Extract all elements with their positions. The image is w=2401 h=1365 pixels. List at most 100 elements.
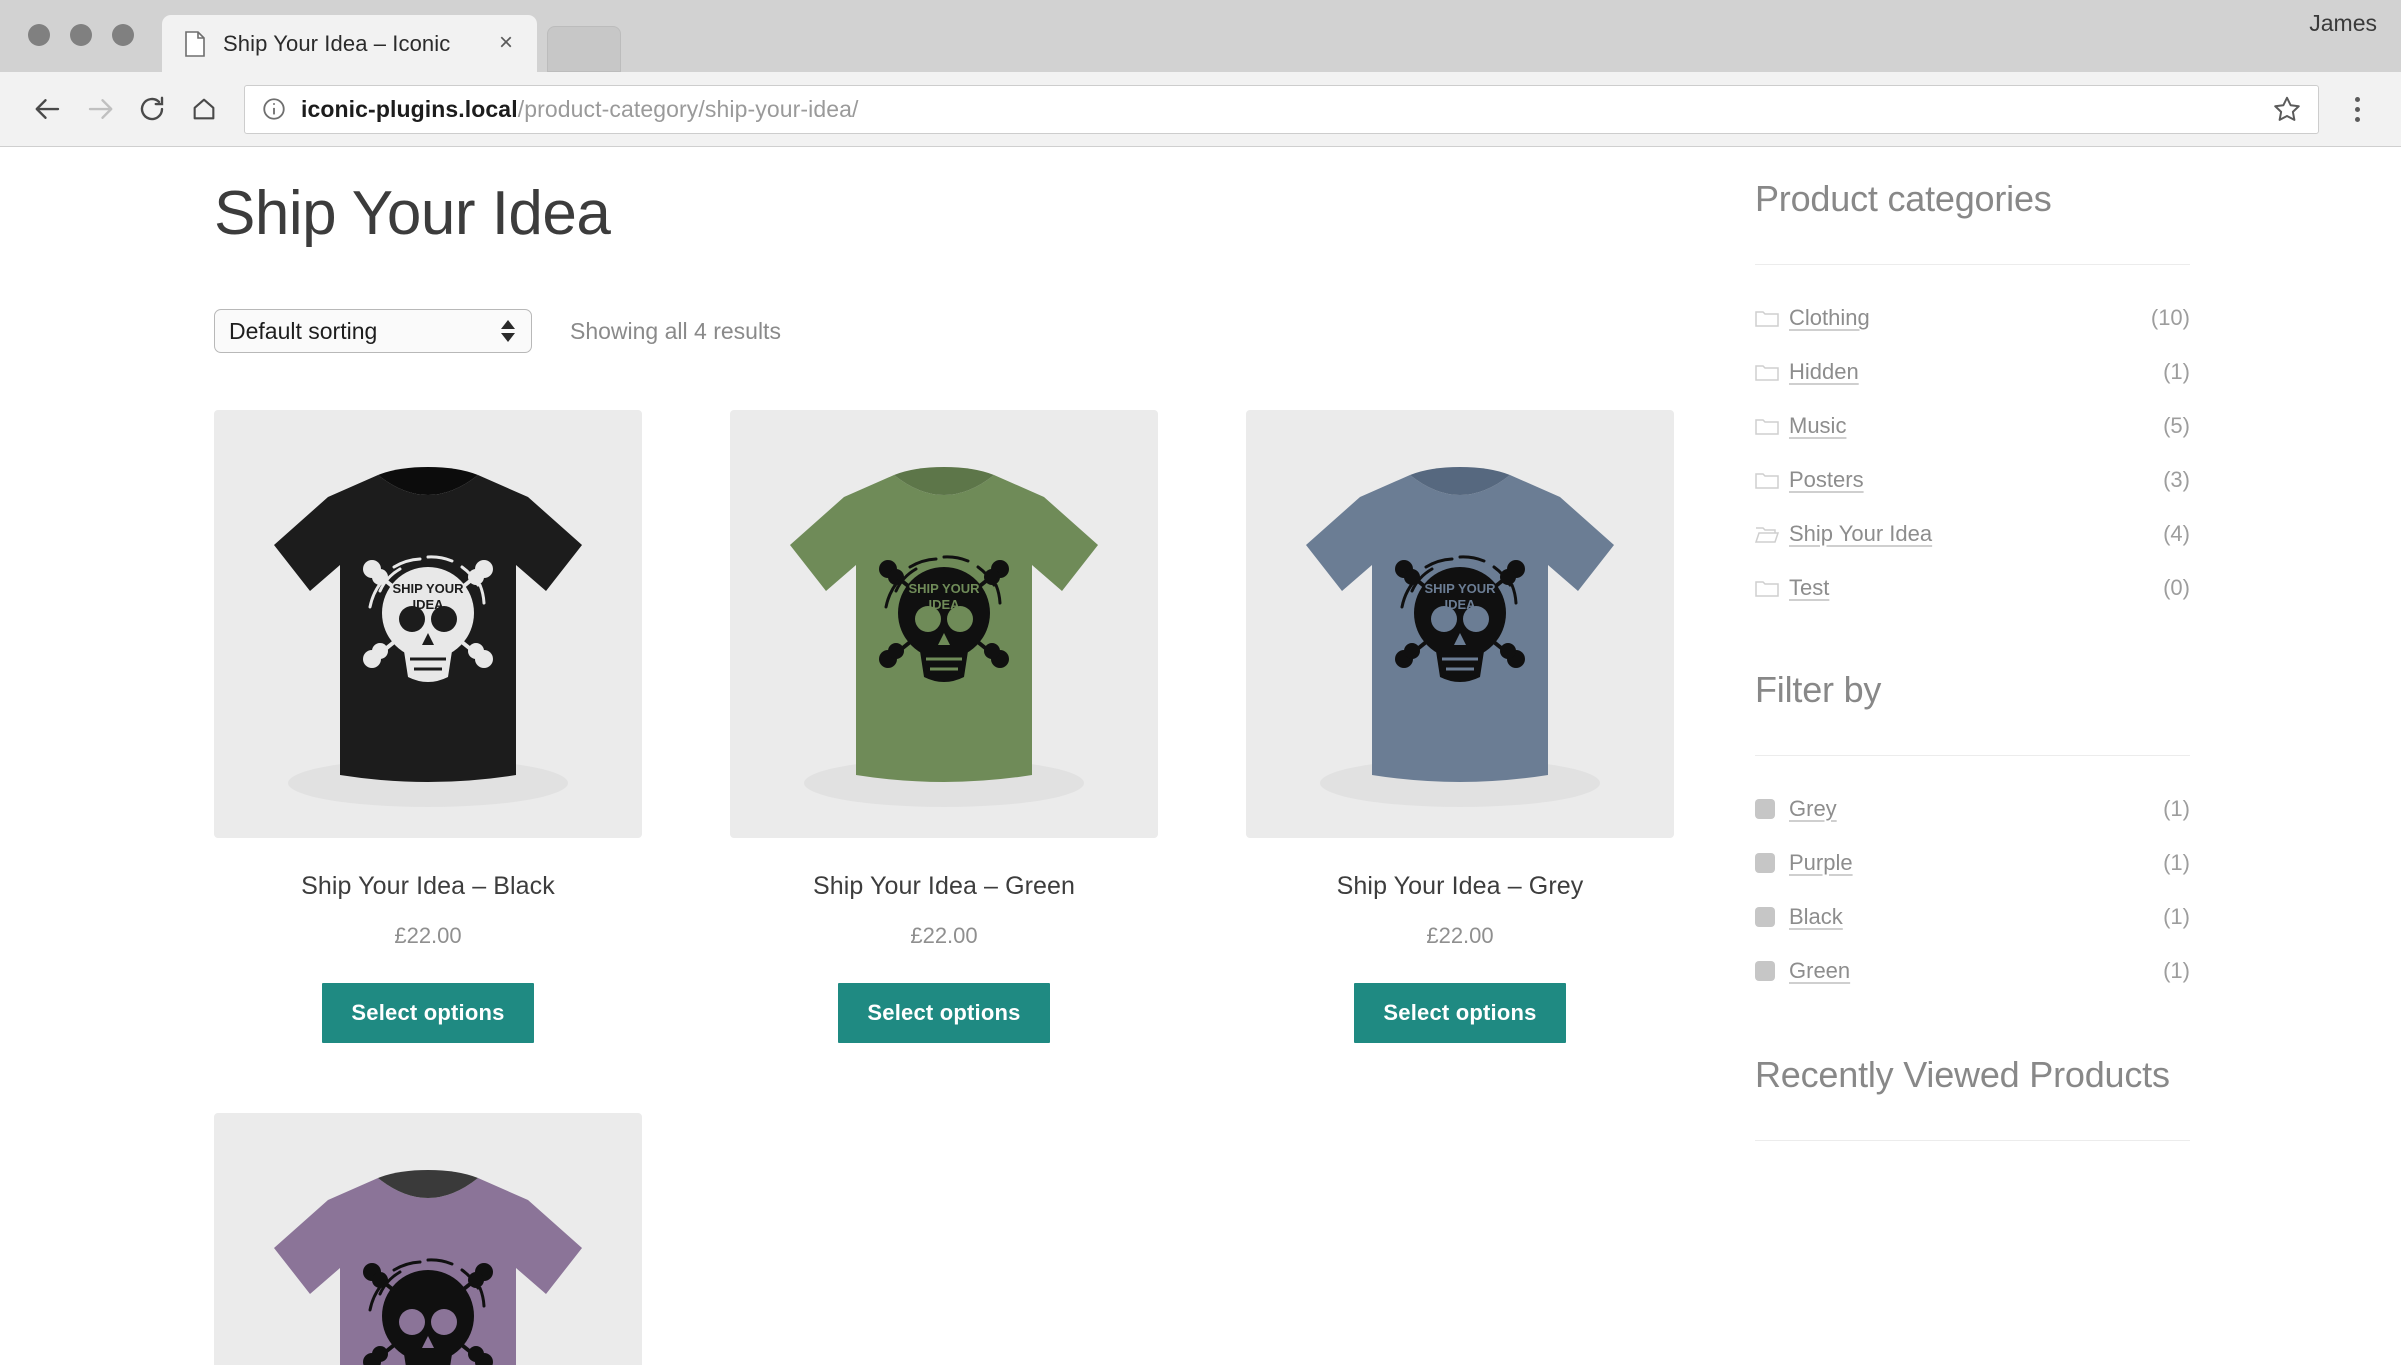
reload-button[interactable] — [126, 83, 178, 135]
tshirt-illustration: SHIP YOUR IDEA — [790, 466, 1098, 807]
category-label[interactable]: Test — [1789, 575, 1829, 601]
category-label[interactable]: Clothing — [1789, 305, 1870, 331]
document-icon — [184, 30, 206, 57]
divider — [1755, 1140, 2190, 1141]
category-label[interactable]: Music — [1789, 413, 1846, 439]
svg-text:SHIP YOUR: SHIP YOUR — [1424, 581, 1496, 596]
product-card[interactable] — [214, 1113, 642, 1365]
filter-label[interactable]: Black — [1789, 904, 1843, 930]
forward-button[interactable] — [74, 83, 126, 135]
close-window-button[interactable] — [28, 24, 50, 46]
svg-text:IDEA: IDEA — [412, 597, 444, 612]
product-image[interactable]: SHIP YOUR IDEA — [1246, 410, 1674, 839]
product-image[interactable]: SHIP YOUR IDEA — [730, 410, 1158, 839]
folder-closed-icon — [1755, 470, 1789, 490]
category-item-hidden[interactable]: Hidden (1) — [1755, 345, 2190, 399]
product-price: £22.00 — [1426, 923, 1494, 949]
product-card[interactable]: SHIP YOUR IDEA Ship Your Idea – Black £2… — [214, 410, 642, 1044]
sort-select-value: Default sorting — [229, 317, 378, 344]
url-host: iconic-plugins.local — [301, 95, 518, 122]
tshirt-graphic: SHIP YOUR IDEA — [730, 410, 1158, 838]
address-bar[interactable]: iconic-plugins.local/product-category/sh… — [244, 84, 2319, 134]
filter-item-black[interactable]: Black (1) — [1755, 890, 2190, 944]
category-item-test[interactable]: Test (0) — [1755, 561, 2190, 615]
address-bar-url: iconic-plugins.local/product-category/sh… — [301, 96, 859, 123]
filter-label[interactable]: Grey — [1789, 796, 1837, 822]
filter-count: (1) — [2163, 850, 2190, 875]
window-traffic-lights — [0, 24, 156, 72]
home-button[interactable] — [178, 83, 230, 135]
product-grid: SHIP YOUR IDEA Ship Your Idea – Black £2… — [214, 410, 1674, 1365]
browser-toolbar: iconic-plugins.local/product-category/sh… — [0, 72, 2401, 147]
select-options-button[interactable]: Select options — [838, 983, 1050, 1044]
maximize-window-button[interactable] — [112, 24, 134, 46]
product-image[interactable] — [214, 1113, 642, 1365]
select-options-button[interactable]: Select options — [322, 983, 534, 1044]
product-card[interactable]: SHIP YOUR IDEA Ship Your Idea – Green £2… — [730, 410, 1158, 1044]
shop-main-column: Ship Your Idea Default sorting Showing a… — [214, 148, 1674, 1365]
product-price: £22.00 — [394, 923, 462, 949]
chrome-profile-name[interactable]: James — [2309, 10, 2377, 37]
browser-tab-strip: Ship Your Idea – Iconic × James — [0, 0, 2401, 72]
folder-open-icon — [1755, 524, 1789, 544]
filter-count: (1) — [2163, 958, 2190, 983]
category-label[interactable]: Ship Your Idea — [1789, 521, 1932, 547]
category-item-ship-your-idea[interactable]: Ship Your Idea (4) — [1755, 507, 2190, 561]
browser-tab-active[interactable]: Ship Your Idea – Iconic × — [162, 15, 537, 72]
tshirt-illustration: SHIP YOUR IDEA — [274, 466, 582, 807]
chrome-menu-icon[interactable] — [2335, 87, 2379, 131]
browser-tab-inactive[interactable] — [547, 26, 621, 72]
category-item-clothing[interactable]: Clothing (10) — [1755, 291, 2190, 345]
bookmark-star-icon[interactable] — [2272, 94, 2302, 124]
svg-text:IDEA: IDEA — [1444, 597, 1476, 612]
back-button[interactable] — [22, 83, 74, 135]
product-categories-list: Clothing (10) Hidden (1) Music (5) Poste… — [1755, 291, 2190, 615]
category-item-posters[interactable]: Posters (3) — [1755, 453, 2190, 507]
select-options-button[interactable]: Select options — [1354, 983, 1566, 1044]
shop-sidebar: Product categories Clothing (10) Hidden … — [1755, 148, 2190, 1159]
category-count: (3) — [2163, 467, 2190, 492]
category-count: (5) — [2163, 413, 2190, 438]
widget-title: Recently Viewed Products — [1755, 1054, 2170, 1095]
site-info-icon[interactable] — [261, 96, 287, 122]
widget-filter-by: Filter by Grey (1) Purple (1) Black (1) … — [1755, 669, 2190, 998]
product-title[interactable]: Ship Your Idea – Grey — [1246, 872, 1674, 901]
category-count: (0) — [2163, 575, 2190, 600]
category-label[interactable]: Posters — [1789, 467, 1864, 493]
minimize-window-button[interactable] — [70, 24, 92, 46]
page-viewport: Ship Your Idea Default sorting Showing a… — [0, 148, 2401, 1365]
product-price: £22.00 — [910, 923, 978, 949]
sort-select[interactable]: Default sorting — [214, 309, 532, 354]
category-item-music[interactable]: Music (5) — [1755, 399, 2190, 453]
filter-label[interactable]: Purple — [1789, 850, 1853, 876]
category-count: (10) — [2150, 305, 2190, 330]
product-image[interactable]: SHIP YOUR IDEA — [214, 410, 642, 839]
filter-item-purple[interactable]: Purple (1) — [1755, 836, 2190, 890]
close-tab-icon[interactable]: × — [493, 30, 519, 57]
shop-toolbar: Default sorting Showing all 4 results — [214, 308, 1674, 354]
tshirt-illustration: SHIP YOUR IDEA — [1306, 466, 1614, 807]
category-count: (1) — [2163, 359, 2190, 384]
category-count: (4) — [2163, 521, 2190, 546]
product-card[interactable]: SHIP YOUR IDEA Ship Your Idea – Grey £22… — [1246, 410, 1674, 1044]
select-stepper-arrows-icon — [501, 320, 515, 343]
widget-title: Filter by — [1755, 669, 1882, 710]
svg-text:SHIP YOUR: SHIP YOUR — [392, 581, 464, 596]
filter-label[interactable]: Green — [1789, 958, 1850, 984]
category-label[interactable]: Hidden — [1789, 359, 1859, 385]
page-title: Ship Your Idea — [214, 179, 611, 248]
widget-product-categories: Product categories Clothing (10) Hidden … — [1755, 178, 2190, 615]
svg-text:IDEA: IDEA — [928, 597, 960, 612]
color-swatch-icon — [1755, 853, 1789, 873]
filter-item-grey[interactable]: Grey (1) — [1755, 782, 2190, 836]
browser-window: Ship Your Idea – Iconic × James iconic-p… — [0, 0, 2401, 1365]
tshirt-illustration — [274, 1169, 582, 1365]
tshirt-graphic — [214, 1113, 642, 1365]
svg-text:SHIP YOUR: SHIP YOUR — [908, 581, 980, 596]
product-title[interactable]: Ship Your Idea – Green — [730, 872, 1158, 901]
folder-closed-icon — [1755, 362, 1789, 382]
url-path: /product-category/ship-your-idea/ — [517, 95, 859, 122]
tshirt-graphic: SHIP YOUR IDEA — [1246, 410, 1674, 838]
product-title[interactable]: Ship Your Idea – Black — [214, 872, 642, 901]
filter-item-green[interactable]: Green (1) — [1755, 944, 2190, 998]
